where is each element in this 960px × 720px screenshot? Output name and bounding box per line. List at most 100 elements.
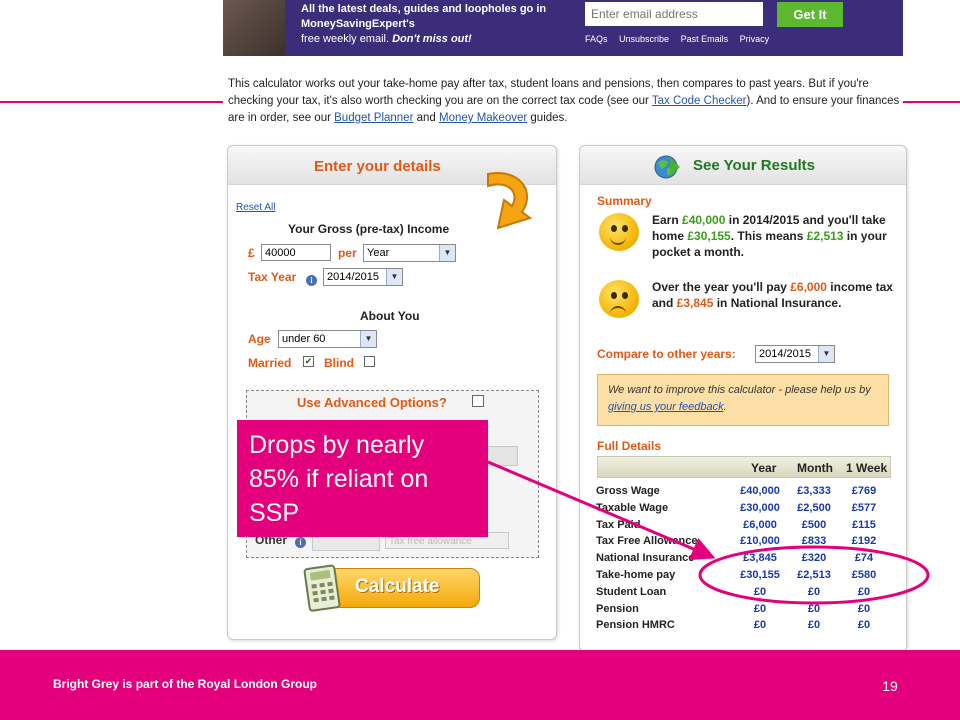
money-makeover-link[interactable]: Money Makeover	[439, 112, 527, 124]
currency-symbol: £	[248, 246, 255, 260]
curved-arrow-icon	[487, 172, 533, 230]
reset-all-link[interactable]: Reset All	[236, 202, 275, 213]
email-input[interactable]	[585, 2, 763, 26]
table-cell-month: £500	[801, 518, 827, 531]
table-cell-month: £2,513	[797, 569, 831, 581]
table-cell-label: Student Loan	[596, 585, 667, 598]
table-cell-year: £3,845	[743, 552, 777, 565]
married-label: Married	[248, 356, 292, 370]
intro-paragraph: This calculator works out your take-home…	[228, 78, 900, 124]
frowning-face-icon	[599, 280, 639, 318]
blind-label: Blind	[324, 356, 354, 370]
get-it-button[interactable]: Get It	[777, 2, 843, 27]
table-cell-year: £30,000	[740, 501, 780, 514]
table-cell-week: £74	[854, 552, 874, 565]
col-header-week: 1 Week	[846, 461, 888, 475]
table-cell-month: £0	[807, 602, 821, 615]
advanced-options-checkbox[interactable]	[472, 395, 484, 407]
compare-year-select[interactable]: 2014/2015 ▼	[755, 345, 835, 363]
banner-text: All the latest deals, guides and loophol…	[301, 3, 547, 45]
chevron-down-icon: ▼	[386, 269, 402, 285]
table-cell-label: Pension	[596, 602, 639, 615]
table-cell-year: £30,155	[740, 569, 780, 581]
tax-year-label: Tax Year	[248, 270, 297, 284]
unsubscribe-link[interactable]: Unsubscribe	[619, 34, 669, 44]
blind-checkbox[interactable]	[364, 356, 375, 367]
banner-links: FAQs Unsubscribe Past Emails Privacy	[585, 34, 778, 44]
table-cell-week: £0	[857, 619, 871, 632]
table-cell-week: £115	[852, 518, 876, 531]
chevron-down-icon: ▼	[439, 245, 455, 261]
calculator-icon	[303, 564, 341, 612]
chevron-down-icon: ▼	[360, 331, 376, 347]
table-row: Gross Wage £40,000 £3,333 £769	[596, 483, 890, 500]
page-number: 19	[882, 678, 898, 694]
pink-rule-left	[0, 101, 223, 103]
enter-details-panel: Enter your details Reset All Your Gross …	[227, 145, 557, 640]
summary-line-2: Over the year you'll pay £6,000 income t…	[652, 280, 893, 310]
table-cell-week: £192	[851, 535, 877, 548]
table-row: Tax Free Allowance £10,000 £833 £192	[596, 533, 890, 550]
table-row: Tax Paid £6,000 £500 £115	[596, 517, 890, 534]
info-icon[interactable]: i	[295, 537, 306, 548]
table-cell-year: £0	[753, 619, 767, 632]
table-cell-week: £769	[851, 485, 877, 497]
compare-label: Compare to other years:	[597, 347, 736, 361]
summary-title: Summary	[597, 194, 652, 208]
table-cell-label: Pension HMRC	[596, 619, 675, 632]
faqs-link[interactable]: FAQs	[585, 34, 608, 44]
advanced-options-label: Use Advanced Options?	[297, 395, 447, 410]
table-cell-week: £0	[857, 602, 871, 615]
table-cell-week: £580	[851, 569, 877, 581]
enter-details-title: Enter your details	[314, 158, 441, 175]
period-select[interactable]: Year ▼	[363, 244, 456, 262]
table-cell-year: £0	[753, 585, 767, 598]
per-label: per	[338, 246, 357, 260]
table-row: Take-home pay £30,155 £2,513 £580	[596, 567, 890, 584]
table-cell-month: £833	[801, 535, 827, 548]
globe-arrow-icon	[654, 155, 680, 179]
table-cell-month: £2,500	[797, 501, 831, 514]
past-emails-link[interactable]: Past Emails	[681, 34, 729, 44]
table-cell-month: £0	[807, 619, 821, 632]
table-cell-label: Taxable Wage	[596, 501, 669, 514]
summary-line-1: Earn £40,000 in 2014/2015 and you'll tak…	[652, 213, 887, 259]
feedback-link[interactable]: giving us your feedback	[608, 401, 724, 413]
feedback-box: We want to improve this calculator - ple…	[597, 374, 889, 426]
table-cell-month: £0	[807, 585, 821, 598]
newsletter-banner: All the latest deals, guides and loophol…	[223, 0, 903, 56]
table-row: Student Loan £0 £0 £0	[596, 584, 890, 601]
chevron-down-icon: ▼	[818, 346, 834, 362]
table-row: Pension £0 £0 £0	[596, 601, 890, 618]
table-cell-year: £0	[753, 602, 767, 615]
table-cell-year: £10,000	[740, 535, 780, 548]
footer-text: Bright Grey is part of the Royal London …	[53, 677, 318, 691]
col-header-month: Month	[797, 461, 833, 475]
col-header-year: Year	[751, 461, 777, 475]
table-cell-label: Take-home pay	[596, 569, 676, 581]
tax-code-checker-link[interactable]: Tax Code Checker	[652, 95, 747, 107]
privacy-link[interactable]: Privacy	[740, 34, 770, 44]
smiley-face-icon	[599, 213, 639, 251]
tax-year-select[interactable]: 2014/2015 ▼	[323, 268, 403, 286]
full-details-title: Full Details	[597, 439, 662, 453]
table-cell-label: Gross Wage	[596, 485, 660, 497]
table-cell-week: £0	[857, 585, 871, 598]
ssp-callout: Drops by nearly 85% if reliant on SSP	[237, 420, 488, 537]
age-select[interactable]: under 60 ▼	[278, 330, 377, 348]
age-label: Age	[248, 332, 271, 346]
banner-photo	[223, 0, 285, 56]
income-input[interactable]: 40000	[261, 244, 331, 261]
table-cell-year: £40,000	[740, 485, 780, 497]
table-cell-label: National Insurance	[596, 552, 695, 565]
pink-rule-right	[903, 101, 960, 103]
table-cell-month: £320	[801, 552, 827, 565]
info-icon[interactable]: i	[306, 275, 317, 286]
budget-planner-link[interactable]: Budget Planner	[334, 112, 413, 124]
table-row: Pension HMRC £0 £0 £0	[596, 617, 890, 634]
table-cell-label: Tax Free Allowance	[596, 535, 698, 548]
married-checkbox[interactable]: ✔	[303, 356, 314, 367]
table-cell-week: £577	[851, 501, 877, 514]
table-cell-label: Tax Paid	[596, 518, 641, 531]
table-row: Taxable Wage £30,000 £2,500 £577	[596, 500, 890, 517]
